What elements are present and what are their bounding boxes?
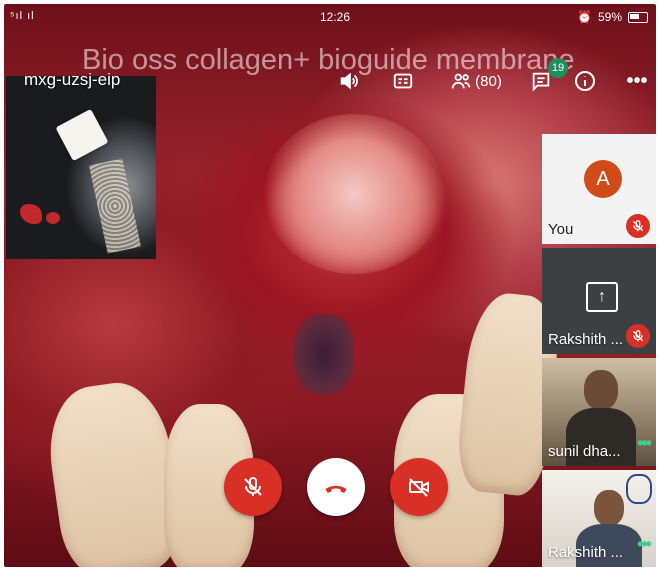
audio-output-button[interactable]	[334, 66, 364, 96]
camera-toggle-button[interactable]	[390, 458, 448, 516]
info-button[interactable]	[570, 66, 600, 96]
people-icon	[451, 73, 471, 89]
mic-off-icon	[626, 324, 650, 348]
participant-tile-rakshith[interactable]: Rakshith ... •••	[542, 470, 656, 567]
meeting-code: mxg-uzsj-eip	[24, 70, 121, 89]
participant-name: Rakshith ...	[548, 331, 624, 348]
talking-indicator-icon: •••	[637, 433, 652, 453]
battery-percent: 59%	[597, 10, 622, 24]
status-bar: ⁵ıl ıl 12:26 ⏰ 59%	[4, 4, 656, 30]
status-time: 12:26	[320, 10, 351, 24]
battery-icon	[628, 11, 648, 23]
emblem-logo	[626, 474, 652, 504]
blood-spot	[46, 212, 60, 224]
avatar: A	[584, 160, 622, 198]
end-call-button[interactable]	[307, 458, 365, 516]
participant-tile-you[interactable]: A You	[542, 134, 656, 244]
info-icon	[575, 71, 595, 91]
participant-tile-presenter[interactable]: ↑ Rakshith ...	[542, 248, 656, 354]
participant-video-person	[584, 370, 618, 410]
graft-material-image	[89, 158, 141, 254]
participant-tile-sunil[interactable]: sunil dha... •••	[542, 358, 656, 466]
meeting-video-frame: ⁵ıl ıl 12:26 ⏰ 59% Bio oss collagen+ bio…	[4, 4, 656, 567]
participants-button[interactable]: (80)	[444, 66, 508, 96]
mic-off-icon	[244, 477, 262, 496]
participant-name: Rakshith ...	[548, 544, 624, 561]
participant-name: sunil dha...	[548, 443, 621, 460]
bone-graft-area	[264, 114, 444, 274]
participant-name: You	[548, 221, 574, 238]
blood-spot	[20, 204, 42, 224]
gauze-image	[55, 108, 109, 162]
more-options-button[interactable]: •••	[622, 66, 652, 96]
camera-off-icon	[409, 478, 429, 497]
captions-icon	[393, 73, 413, 89]
self-view-pip[interactable]	[6, 76, 156, 259]
alarm-icon: ⏰	[577, 10, 592, 24]
microphone-toggle-button[interactable]	[224, 458, 282, 516]
presenting-icon: ↑	[586, 282, 618, 312]
hang-up-icon	[325, 485, 347, 493]
captions-button[interactable]	[388, 66, 418, 96]
chat-unread-badge: 19	[548, 58, 568, 78]
signal-indicator: ⁵ıl ıl	[10, 10, 35, 22]
mic-off-icon	[626, 214, 650, 238]
implant-site	[294, 314, 354, 394]
participants-count: (80)	[475, 72, 502, 90]
talking-indicator-icon: •••	[637, 534, 652, 554]
more-vert-icon: •••	[626, 69, 648, 92]
speaker-icon	[340, 72, 358, 90]
participant-video-person	[594, 490, 624, 526]
